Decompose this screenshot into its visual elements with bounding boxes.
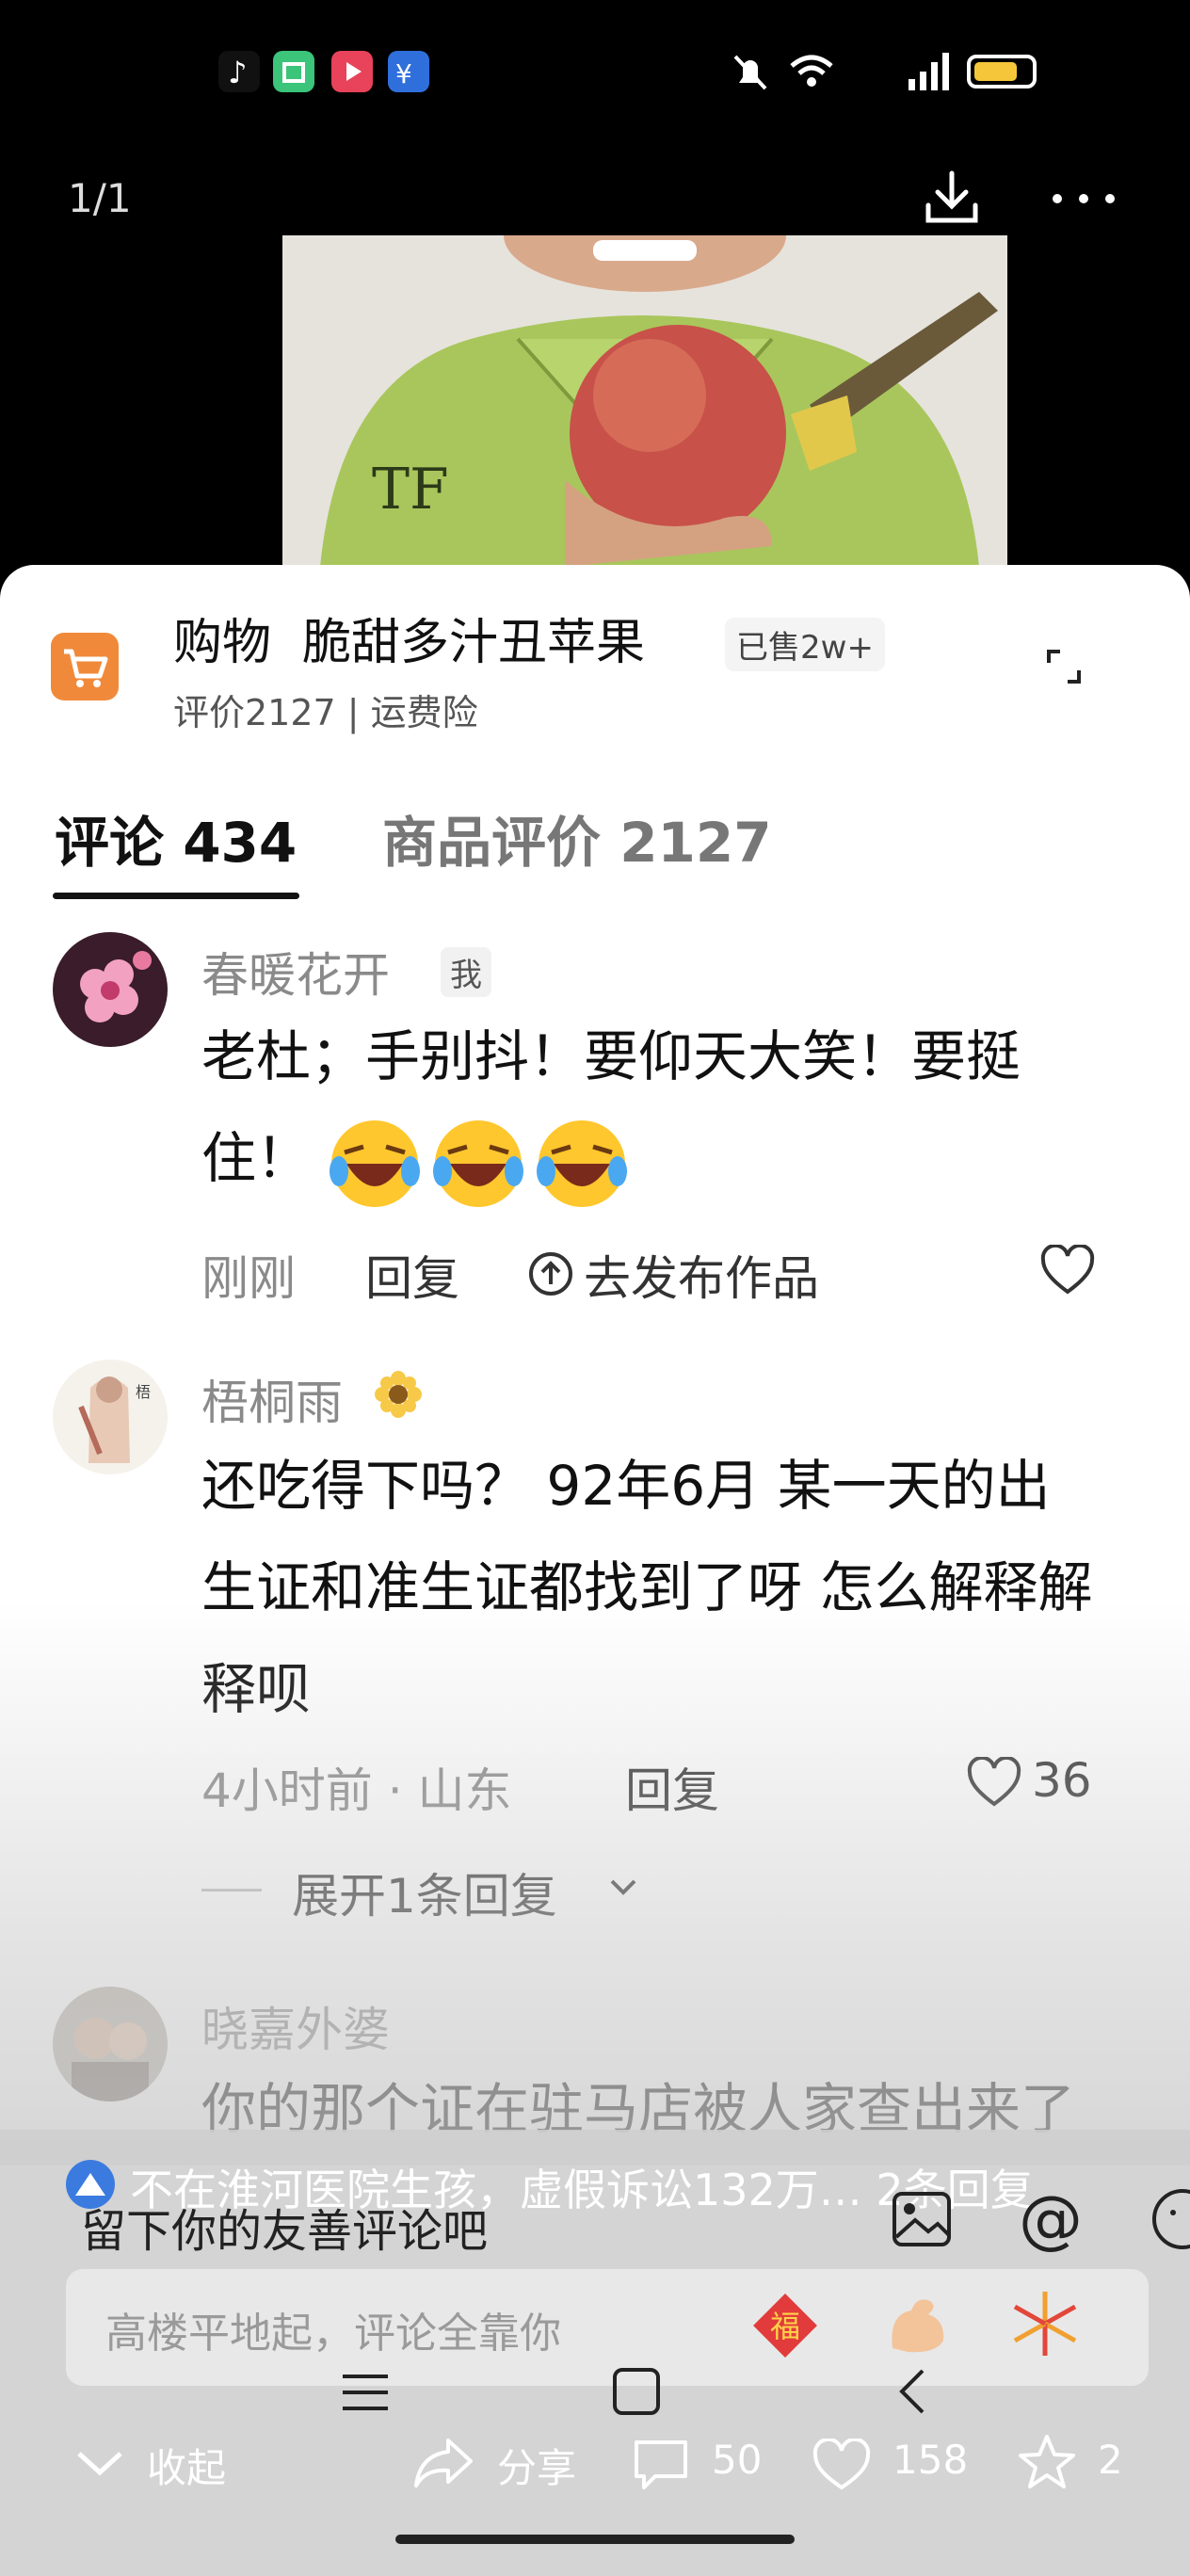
svg-text:梧: 梧 [136,1383,151,1401]
comment-text-line: 生证和准生证都找到了呀 怎么解释解 [201,1555,1093,1619]
comment-text-line: 住！ [201,1126,312,1190]
expand-icon[interactable] [1039,642,1088,691]
comment-text-line: 还吃得下吗？ 92年6月 某一天的出 [201,1454,1051,1518]
wifi-icon [790,55,833,87]
comment-count[interactable]: 50 [712,2437,762,2483]
laugh-cry-emoji-icon [537,1120,627,1207]
comment-username[interactable]: 梧桐雨 [201,1365,343,1433]
laugh-cry-emoji-icon [330,1120,420,1207]
publish-work-button[interactable]: 去发布作品 [584,1241,819,1309]
muscle-emoji-icon[interactable] [879,2286,955,2361]
reply-divider [201,1889,262,1892]
fireworks-emoji-icon[interactable] [1007,2286,1083,2361]
upload-icon [529,1252,572,1296]
reply-button[interactable]: 回复 [365,1241,459,1309]
status-time: 04:47 [83,49,221,100]
android-app-icon [273,51,314,92]
comment-input[interactable]: 留下你的友善评论吧 [81,2194,488,2260]
comment-username[interactable]: 春暖花开 [201,938,390,1006]
at-icon[interactable]: @ [1017,2186,1088,2252]
svg-text:TF: TF [372,457,449,523]
chevron-down-icon[interactable] [606,1874,640,1902]
video-app-icon [331,51,373,92]
reply-button[interactable]: 回复 [625,1753,719,1821]
comment-icon[interactable] [631,2437,691,2493]
shopping-cart-icon[interactable] [51,633,119,700]
tab-comments[interactable]: 评论 434 [55,798,297,877]
svg-text:♪: ♪ [228,55,247,90]
railway-app-icon: ¥ [388,51,429,92]
menu-icon[interactable] [339,2369,392,2416]
product-photo[interactable]: TF [282,235,1007,567]
sunflower-icon [375,1371,422,1418]
avatar[interactable] [53,1987,168,2101]
page-counter: 1/1 [68,175,132,221]
heart-icon[interactable] [966,1757,1022,1810]
comment-text-line: 释呗 [201,1657,312,1721]
like-count-total[interactable]: 158 [892,2437,968,2483]
comment-text-line: 老杜；手别抖！要仰天大笑！要挺 [201,1024,1021,1088]
quick-comment-prompt[interactable]: 高楼平地起，评论全靠你 [105,2299,561,2359]
battery-fill [973,61,1017,81]
battery-icon [966,54,1037,89]
svg-text:福: 福 [770,2309,800,2344]
comment-time-location: 4小时前 · 山东 [201,1763,512,1818]
heart-icon[interactable] [1039,1245,1096,1297]
me-badge: 我 [441,947,491,997]
tab-active-indicator [53,893,299,899]
home-indicator[interactable] [395,2535,795,2544]
expand-replies-button[interactable]: 展开1条回复 [292,1859,557,1926]
tab-product-reviews[interactable]: 商品评价 2127 [382,798,772,877]
emoji-group [326,1115,631,1213]
product-subtitle: 评价2127 | 运费险 [173,692,478,733]
download-icon[interactable] [921,168,983,230]
heart-icon[interactable] [812,2439,872,2493]
signal-icon [908,52,949,90]
douyin-app-icon: ♪ [218,51,260,92]
image-icon[interactable] [889,2186,955,2252]
comment-username[interactable]: 晓嘉外婆 [201,1992,390,2060]
collapse-button[interactable]: 收起 [147,2437,226,2494]
svg-text:@: @ [1019,2186,1083,2252]
svg-text:¥: ¥ [395,58,412,89]
avatar[interactable] [53,932,168,1047]
like-count: 36 [1032,1753,1092,1808]
star-icon[interactable] [1017,2433,1077,2491]
sold-badge: 已售2w+ [725,618,885,671]
status-right-group: 5G 78% [730,47,1152,95]
share-button[interactable]: 分享 [497,2437,576,2494]
battery-percent: 78% [1053,47,1152,95]
avatar[interactable]: 梧 [53,1360,168,1474]
chevron-down-icon[interactable] [73,2444,126,2482]
share-icon[interactable] [412,2435,474,2491]
emoji-icon[interactable] [1149,2186,1190,2252]
fu-sticker-icon[interactable]: 福 [749,2290,821,2361]
comment-time: 刚刚 [201,1251,296,1306]
favorite-count[interactable]: 2 [1098,2437,1123,2483]
laugh-cry-emoji-icon [433,1120,523,1207]
network-label: 5G [852,56,890,86]
mute-icon [733,55,767,89]
more-icon[interactable] [1049,185,1118,213]
product-title[interactable]: 购物 脆甜多汁丑苹果 [173,603,645,673]
